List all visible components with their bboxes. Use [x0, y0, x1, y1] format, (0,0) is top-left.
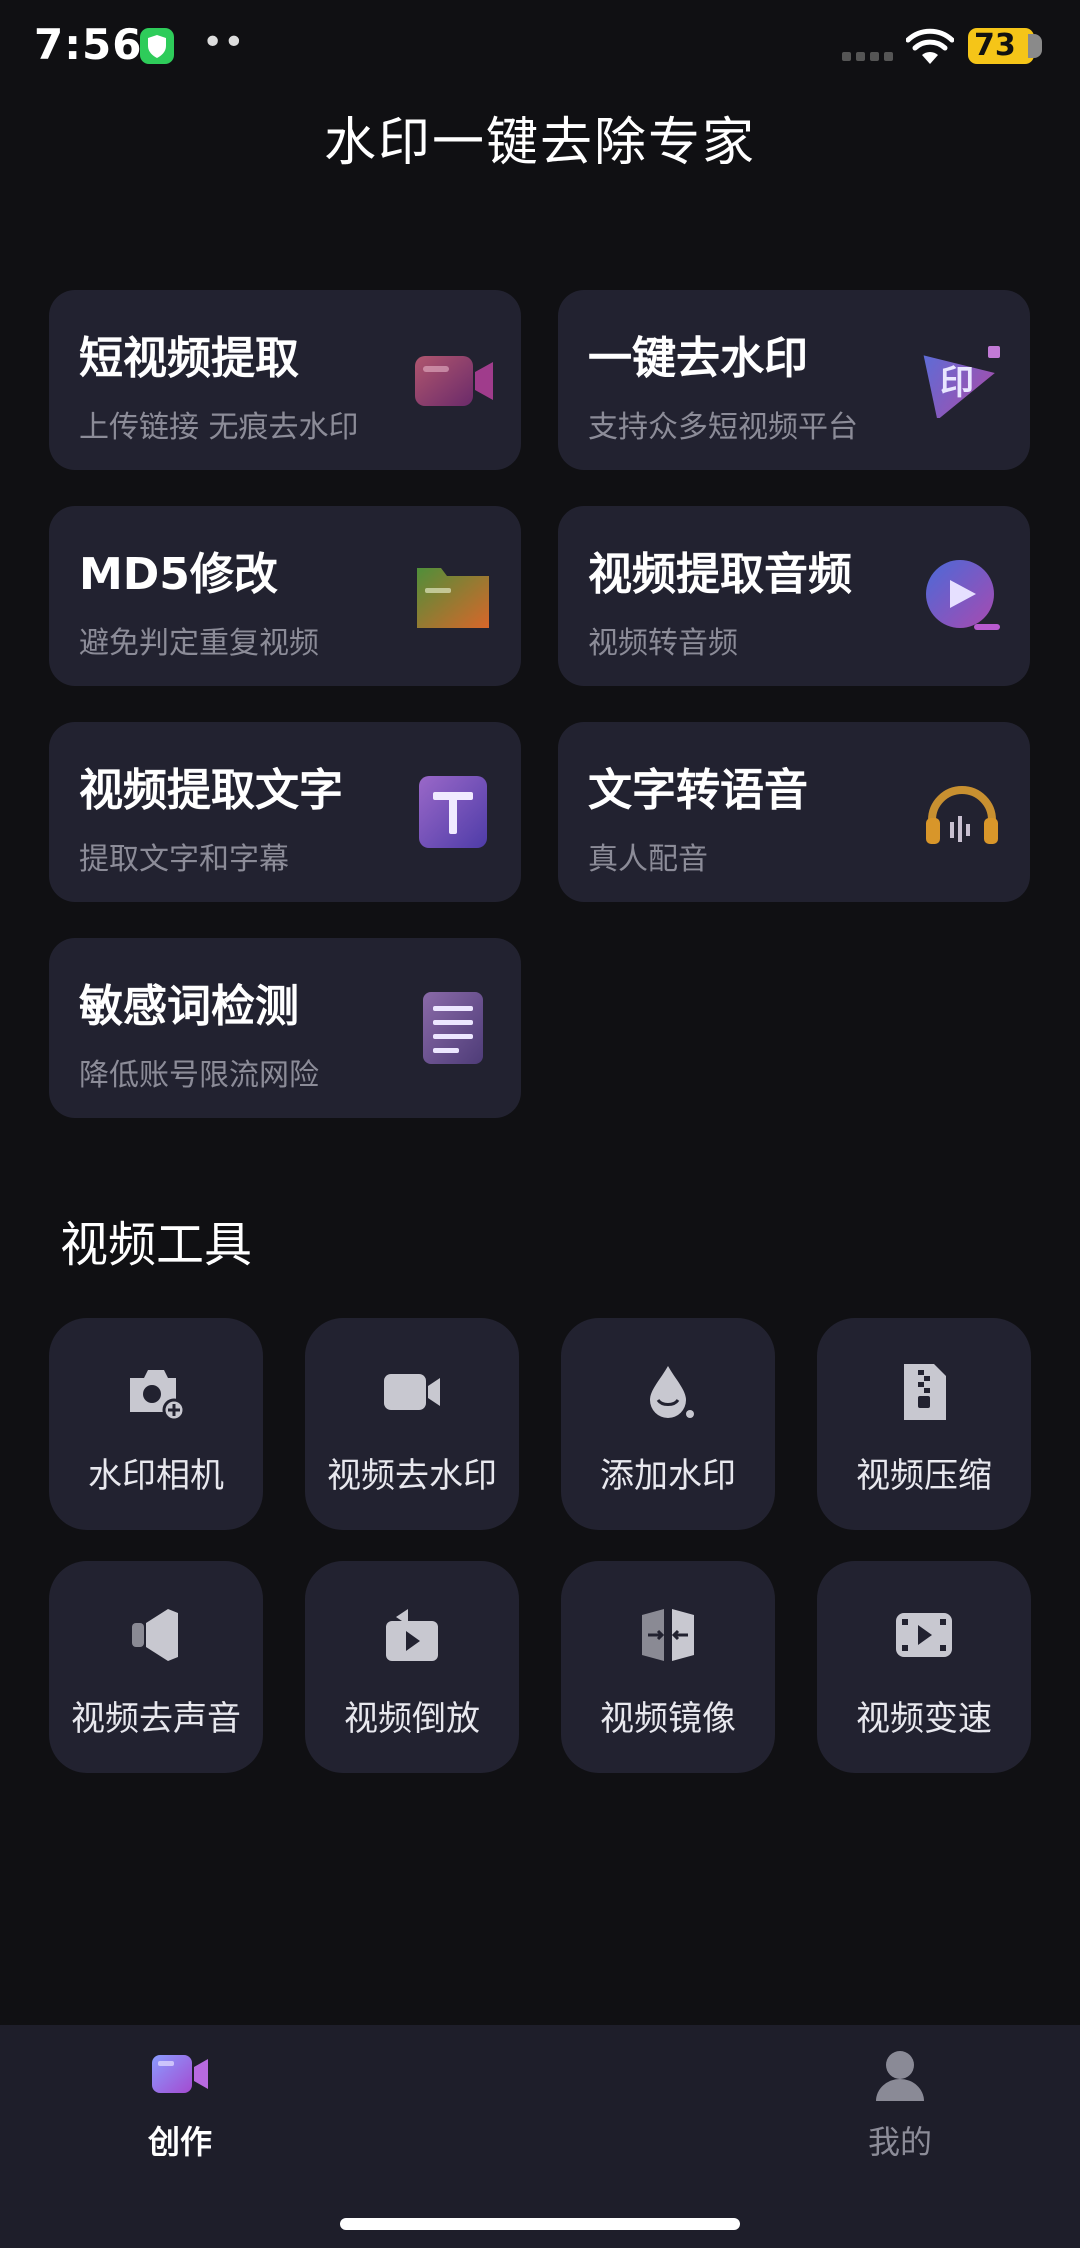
wifi-icon	[906, 28, 954, 64]
nav-label-create: 创作	[147, 2123, 212, 2161]
status-bar: 7:56 •• 73	[0, 0, 1080, 100]
feature-subtitle: 视频转音频	[588, 626, 738, 661]
tool-label: 视频压缩	[856, 1456, 992, 1496]
tool-label: 水印相机	[88, 1456, 224, 1496]
feature-card-extract-audio[interactable]: 视频提取音频 视频转音频	[558, 506, 1030, 686]
feature-card-sensitive-words[interactable]: 敏感词检测 降低账号限流网险	[49, 938, 521, 1118]
video-camera-icon	[152, 2055, 208, 2093]
tool-label: 视频去声音	[71, 1699, 241, 1739]
tool-label: 视频倒放	[344, 1699, 480, 1739]
feature-card-extract-text[interactable]: 视频提取文字 提取文字和字幕	[49, 722, 521, 902]
nav-label-mine: 我的	[867, 2123, 932, 2161]
feature-title: 一键去水印	[588, 333, 808, 384]
video-camera-icon	[415, 356, 493, 406]
folder-icon	[417, 568, 489, 628]
stamp-play-icon: 印	[923, 346, 1000, 418]
feature-subtitle: 提取文字和字幕	[79, 842, 289, 877]
feature-subtitle: 避免判定重复视频	[79, 626, 319, 661]
speaker-mute-icon	[132, 1609, 178, 1661]
notification-dots-icon: ••	[202, 22, 245, 63]
text-t-icon	[419, 776, 487, 848]
mirror-icon	[642, 1609, 694, 1661]
tool-video-remove-watermark[interactable]: 视频去水印	[305, 1318, 519, 1530]
feature-subtitle: 支持众多短视频平台	[588, 410, 858, 445]
document-lines-icon	[423, 992, 483, 1064]
feature-card-text-to-speech[interactable]: 文字转语音 真人配音	[558, 722, 1030, 902]
replay-icon	[386, 1609, 438, 1661]
tool-watermark-camera[interactable]: 水印相机	[49, 1318, 263, 1530]
play-circle-icon	[926, 560, 1000, 630]
section-title-video-tools: 视频工具	[60, 1217, 253, 1273]
water-drop-icon	[650, 1366, 694, 1418]
feature-title: 文字转语音	[588, 765, 808, 816]
feature-title: 视频提取文字	[79, 765, 343, 816]
status-time: 7:56	[34, 20, 143, 69]
tool-video-speed[interactable]: 视频变速	[817, 1561, 1031, 1773]
feature-title: 视频提取音频	[588, 549, 852, 600]
tool-label: 视频镜像	[600, 1699, 736, 1739]
stamp-char: 印	[940, 363, 974, 403]
feature-title: 短视频提取	[79, 333, 299, 384]
feature-card-video-extract[interactable]: 短视频提取 上传链接 无痕去水印	[49, 290, 521, 470]
battery-icon: 73	[968, 28, 1042, 64]
tool-label: 视频去水印	[327, 1456, 497, 1496]
tool-video-mirror[interactable]: 视频镜像	[561, 1561, 775, 1773]
home-indicator[interactable]	[340, 2218, 740, 2230]
nav-tab-mine[interactable]: 我的	[780, 2025, 1020, 2175]
page-title: 水印一键去除专家	[323, 113, 756, 173]
feature-card-remove-watermark[interactable]: 一键去水印 支持众多短视频平台 印	[558, 290, 1030, 470]
user-icon	[876, 2051, 924, 2101]
bottom-nav: 创作 我的	[0, 2025, 1080, 2248]
feature-card-md5[interactable]: MD5修改 避免判定重复视频	[49, 506, 521, 686]
battery-level: 73	[974, 28, 1016, 63]
signal-icon	[842, 52, 893, 61]
feature-subtitle: 上传链接 无痕去水印	[79, 410, 359, 445]
zip-file-icon	[904, 1364, 946, 1420]
film-play-icon	[896, 1613, 952, 1657]
feature-subtitle: 真人配音	[588, 842, 708, 877]
tool-label: 添加水印	[600, 1456, 736, 1496]
video-camera-icon	[384, 1374, 440, 1410]
tool-video-mute[interactable]: 视频去声音	[49, 1561, 263, 1773]
tool-video-compress[interactable]: 视频压缩	[817, 1318, 1031, 1530]
feature-title: 敏感词检测	[79, 981, 299, 1032]
camera-plus-icon	[130, 1370, 186, 1422]
tool-add-watermark[interactable]: 添加水印	[561, 1318, 775, 1530]
feature-subtitle: 降低账号限流网险	[79, 1058, 319, 1093]
feature-title: MD5修改	[79, 549, 278, 600]
shield-icon	[140, 28, 174, 64]
tool-video-reverse[interactable]: 视频倒放	[305, 1561, 519, 1773]
headphones-icon	[926, 786, 998, 844]
nav-tab-create[interactable]: 创作	[60, 2025, 300, 2175]
tool-label: 视频变速	[856, 1699, 992, 1739]
